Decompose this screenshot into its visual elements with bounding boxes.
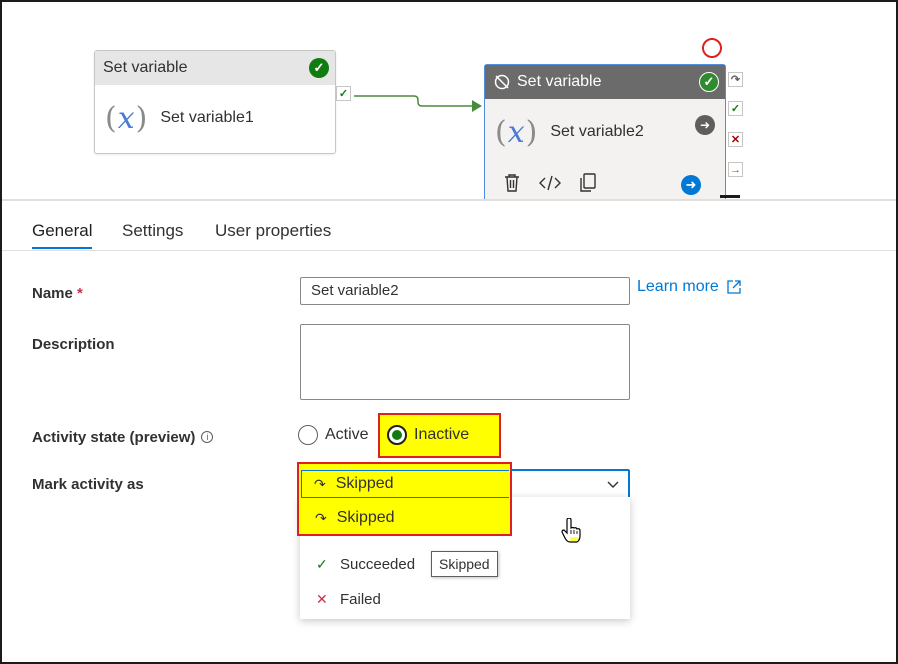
variable-fx-icon: (x) xyxy=(105,100,149,136)
option-succeeded-label: Succeeded xyxy=(340,555,416,573)
fail-port-icon[interactable]: ✕ xyxy=(728,132,743,147)
success-port-icon[interactable]: ✓ xyxy=(728,101,743,116)
tab-settings[interactable]: Settings xyxy=(122,221,183,247)
activity-state-text: Activity state (preview) xyxy=(32,429,196,446)
copy-icon[interactable] xyxy=(579,173,597,193)
hand-cursor-icon xyxy=(561,518,581,543)
node-header: Set variable ✓ xyxy=(95,51,335,85)
properties-tabs: General Settings User properties xyxy=(2,199,896,251)
radio-inactive-label: Inactive xyxy=(414,426,470,443)
skip-icon: ↷ xyxy=(315,509,327,526)
tab-general[interactable]: General xyxy=(32,221,93,249)
check-circle-icon: ✓ xyxy=(309,58,329,78)
option-failed[interactable]: ✕ Failed xyxy=(300,579,630,619)
required-mark: * xyxy=(77,285,83,302)
option-failed-label: Failed xyxy=(340,590,381,608)
activity-node-set-variable1[interactable]: Set variable ✓ (x) Set variable1 xyxy=(94,50,336,154)
node-header: Set variable ✓ xyxy=(485,65,725,99)
dropdown-selected-value[interactable]: ↷ Skipped xyxy=(301,470,509,498)
selected-value-label: Skipped xyxy=(335,475,394,492)
skip-port-icon[interactable]: ↷ xyxy=(728,72,743,87)
delete-icon[interactable] xyxy=(503,173,521,193)
variable-fx-icon: (x) xyxy=(495,114,539,150)
success-port-icon[interactable]: ✓ xyxy=(336,86,351,101)
activity-node-set-variable2[interactable]: Set variable ✓ (x) Set variable2 ➜ ➜ xyxy=(484,64,726,199)
mark-activity-label: Mark activity as xyxy=(32,476,144,493)
name-input[interactable]: Set variable2 xyxy=(300,277,630,305)
deactivated-icon xyxy=(494,74,510,90)
node-name: Set variable2 xyxy=(550,123,644,140)
check-icon: ✓ xyxy=(316,555,328,572)
splitter-handle[interactable] xyxy=(720,195,740,198)
radio-active[interactable]: Active xyxy=(298,425,369,445)
node-name: Set variable1 xyxy=(160,109,254,126)
info-icon[interactable]: i xyxy=(201,431,214,443)
description-label: Description xyxy=(32,336,115,353)
activity-state-label: Activity state (preview) i xyxy=(32,429,214,446)
learn-more-link[interactable]: Learn more xyxy=(637,278,741,296)
pipeline-canvas[interactable]: Set variable ✓ (x) Set variable1 ✓ Set v… xyxy=(2,2,896,199)
learn-more-text[interactable]: Learn more xyxy=(637,278,719,296)
skip-icon: ↷ xyxy=(314,475,326,492)
description-textarea[interactable] xyxy=(300,324,630,400)
code-icon[interactable] xyxy=(539,174,561,192)
tab-user-properties[interactable]: User properties xyxy=(215,221,331,247)
cross-icon: ✕ xyxy=(316,590,328,607)
option-skipped-label: Skipped xyxy=(336,509,395,526)
node-type-label: Set variable xyxy=(517,73,602,90)
radio-inactive-circle[interactable] xyxy=(387,425,407,445)
option-skipped[interactable]: ↷ Skipped xyxy=(301,502,509,534)
name-label-text: Name xyxy=(32,285,73,302)
check-circle-icon: ✓ xyxy=(699,72,719,92)
external-link-icon xyxy=(727,280,741,294)
tooltip: Skipped xyxy=(431,551,498,577)
open-icon[interactable]: ➜ xyxy=(681,175,701,195)
red-circle-annotation xyxy=(702,38,722,58)
node-type-label: Set variable xyxy=(103,59,188,76)
radio-active-label: Active xyxy=(325,426,369,443)
complete-port-icon[interactable]: → xyxy=(728,162,743,177)
redirect-icon[interactable]: ➜ xyxy=(695,115,715,135)
radio-active-circle[interactable] xyxy=(298,425,318,445)
radio-inactive[interactable]: Inactive xyxy=(387,425,469,445)
name-label: Name * xyxy=(32,285,83,302)
chevron-down-icon[interactable] xyxy=(607,481,619,489)
